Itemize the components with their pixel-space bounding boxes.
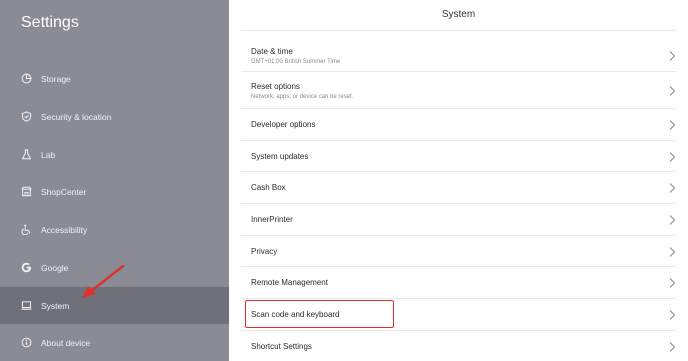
settings-row-privacy[interactable]: Privacy	[241, 236, 676, 267]
sidebar-item-shopcenter[interactable]: ShopCenter	[0, 173, 229, 210]
row-label: InnerPrinter	[251, 215, 293, 224]
chevron-right-icon	[668, 182, 676, 194]
settings-row-reset-options[interactable]: Reset options Network, apps, or device c…	[241, 72, 676, 109]
row-subtitle: Network, apps, or device can be reset.	[251, 94, 354, 100]
row-label: System updates	[251, 152, 309, 161]
settings-row-innerprinter[interactable]: InnerPrinter	[241, 204, 676, 236]
chevron-right-icon	[668, 341, 676, 353]
laptop-icon	[21, 300, 32, 311]
sidebar-item-google[interactable]: Google	[0, 249, 229, 286]
page-title: System	[441, 9, 476, 20]
settings-row-shortcut-settings[interactable]: Shortcut Settings	[241, 331, 676, 361]
settings-row-date-time[interactable]: Date & time GMT+01:00 British Summer Tim…	[241, 38, 676, 72]
chevron-right-icon	[668, 85, 676, 97]
sidebar-item-accessibility[interactable]: Accessibility	[0, 211, 229, 248]
settings-row-system-updates[interactable]: System updates	[241, 141, 676, 172]
row-label: Developer options	[251, 120, 316, 129]
sidebar-item-label: ShopCenter	[41, 186, 87, 197]
settings-row-developer-options[interactable]: Developer options	[241, 109, 676, 141]
shop-icon	[21, 186, 32, 197]
settings-row-scan-code-keyboard[interactable]: Scan code and keyboard	[241, 299, 676, 331]
row-label: Cash Box	[251, 183, 286, 192]
settings-screen: Settings Storage Security & location Lab…	[0, 0, 688, 361]
info-icon	[21, 337, 32, 348]
sidebar-item-label: About device	[41, 337, 91, 348]
sidebar-item-lab[interactable]: Lab	[0, 136, 229, 173]
row-label: Remote Management	[251, 278, 328, 287]
sidebar-item-label: System	[41, 300, 70, 311]
chevron-right-icon	[668, 277, 676, 289]
chevron-right-icon	[668, 246, 676, 258]
storage-icon	[21, 73, 32, 84]
sidebar-title: Settings	[21, 14, 79, 31]
row-subtitle: GMT+01:00 British Summer Time	[251, 59, 341, 65]
sidebar-item-label: Storage	[41, 73, 71, 84]
sidebar-item-label: Lab	[41, 149, 56, 160]
sidebar-item-system[interactable]: System	[0, 287, 229, 324]
accessibility-icon	[21, 224, 32, 235]
sidebar-item-label: Security & location	[41, 111, 112, 122]
chevron-right-icon	[668, 50, 676, 62]
row-label: Date & time	[251, 47, 293, 56]
chevron-right-icon	[668, 151, 676, 163]
settings-row-remote-management[interactable]: Remote Management	[241, 267, 676, 299]
sidebar-item-label: Accessibility	[41, 224, 88, 235]
row-label: Reset options	[251, 82, 300, 91]
row-label: Scan code and keyboard	[251, 310, 340, 319]
sidebar-item-security-location[interactable]: Security & location	[0, 98, 229, 135]
shield-icon	[21, 111, 32, 122]
chevron-right-icon	[668, 119, 676, 131]
sidebar-item-about-device[interactable]: About device	[0, 324, 229, 361]
google-icon	[21, 262, 32, 273]
row-label: Privacy	[251, 247, 278, 256]
row-label: Shortcut Settings	[251, 342, 312, 351]
header-divider	[241, 30, 676, 31]
flask-icon	[21, 149, 32, 160]
sidebar-item-storage[interactable]: Storage	[0, 60, 229, 97]
chevron-right-icon	[668, 309, 676, 321]
settings-row-cash-box[interactable]: Cash Box	[241, 172, 676, 204]
chevron-right-icon	[668, 214, 676, 226]
system-settings-panel: System Date & time GMT+01:00 British Sum…	[229, 0, 688, 361]
sidebar: Settings Storage Security & location Lab…	[0, 0, 229, 361]
sidebar-item-label: Google	[41, 262, 69, 273]
